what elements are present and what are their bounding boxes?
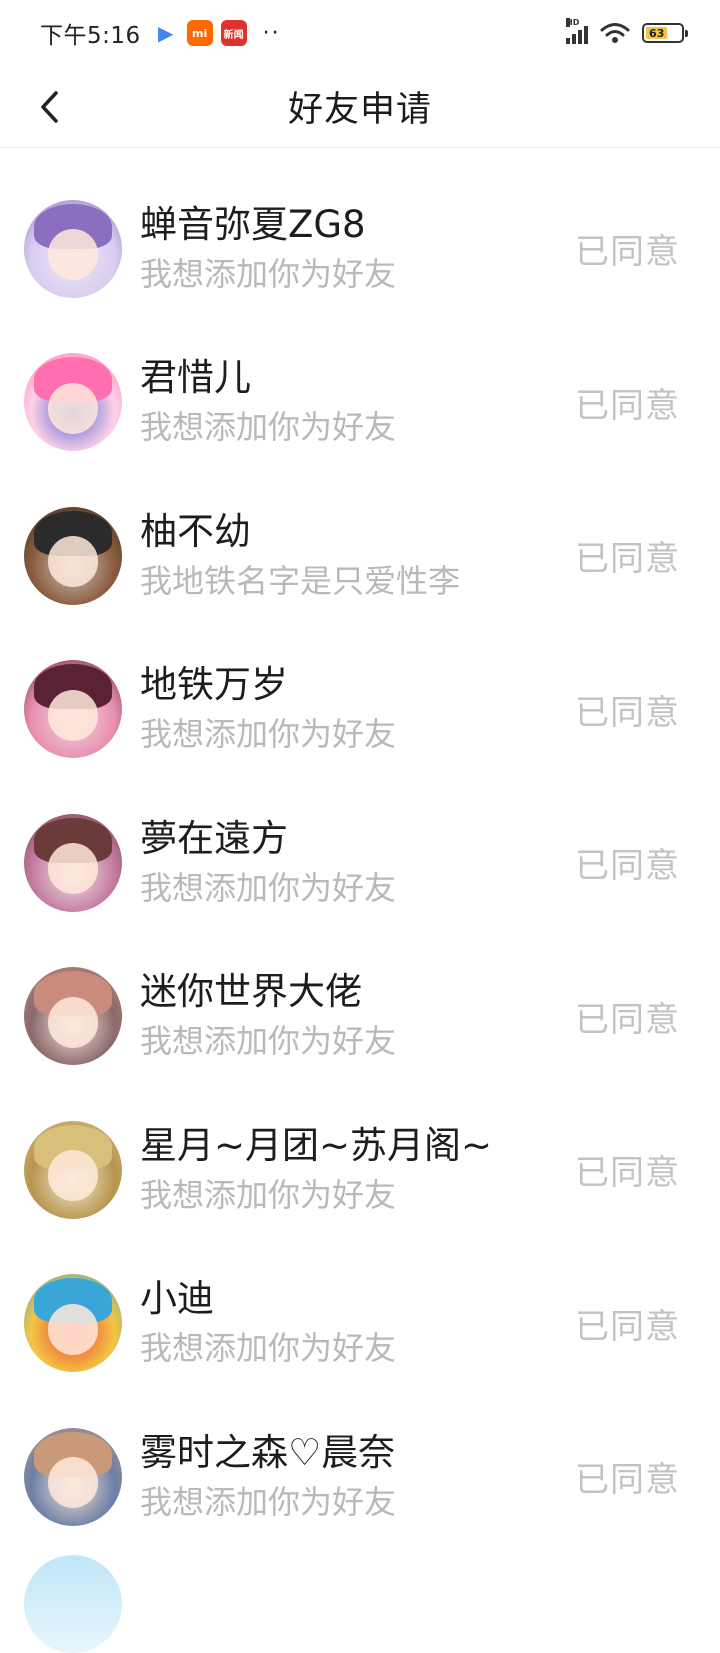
- request-status: 已同意: [575, 539, 680, 580]
- request-status: 已同意: [575, 999, 680, 1040]
- page-title: 好友申请: [287, 90, 432, 130]
- status-indicators: HD 63: [566, 18, 688, 44]
- friend-request-item[interactable]: 蝉音弥夏ZG8 我想添加你为好友 已同意: [0, 172, 720, 326]
- avatar[interactable]: [24, 1427, 122, 1526]
- status-bar: 下午5:16 ▶ mi 新闻 ·· HD 63: [0, 0, 720, 66]
- requester-name: 星月~月团~苏月阁~: [140, 1123, 493, 1167]
- status-app-icons: ▶ mi 新闻 ··: [152, 20, 281, 46]
- request-message: 我想添加你为好友: [140, 1482, 397, 1521]
- request-text: 星月~月团~苏月阁~ 我想添加你为好友: [140, 1123, 575, 1217]
- friend-request-item[interactable]: 星月~月团~苏月阁~ 我想添加你为好友 已同意: [0, 1093, 720, 1247]
- battery-level: 63: [646, 27, 668, 40]
- request-status: 已同意: [575, 232, 680, 273]
- back-button[interactable]: [30, 84, 70, 130]
- friend-request-item[interactable]: 迷你世界大佬 我想添加你为好友 已同意: [0, 940, 720, 1094]
- chevron-left-icon: [41, 91, 58, 123]
- battery-icon: 63: [642, 23, 688, 43]
- friend-request-list[interactable]: 蝉音弥夏ZG8 我想添加你为好友 已同意 君惜儿 我想添加你为好友 已同意 柚不…: [0, 172, 720, 1554]
- avatar[interactable]: [24, 967, 122, 1066]
- avatar[interactable]: [24, 506, 122, 605]
- navigation-bar: 好友申请: [0, 66, 720, 148]
- request-text: 夢在遠方 我想添加你为好友: [140, 816, 575, 910]
- requester-name: 小迪: [140, 1277, 214, 1321]
- request-text: 蝉音弥夏ZG8 我想添加你为好友: [140, 202, 575, 296]
- avatar[interactable]: [24, 199, 122, 298]
- request-text: 柚不幼 我地铁名字是只爱性李: [140, 509, 575, 603]
- wifi-icon: [600, 23, 630, 43]
- status-time: 下午5:16: [40, 23, 141, 49]
- network-type-label: HD: [566, 18, 580, 27]
- requester-name: 蝉音弥夏ZG8: [140, 202, 366, 246]
- avatar[interactable]: [24, 1120, 122, 1219]
- avatar[interactable]: [24, 1274, 122, 1373]
- request-message: 我想添加你为好友: [140, 1329, 397, 1368]
- request-status: 已同意: [575, 1306, 680, 1347]
- friend-request-item[interactable]: 柚不幼 我地铁名字是只爱性李 已同意: [0, 479, 720, 633]
- request-message: 我想添加你为好友: [140, 1175, 397, 1214]
- more-notifications-icon: ··: [262, 20, 281, 46]
- avatar[interactable]: [24, 353, 122, 452]
- request-text: 迷你世界大佬 我想添加你为好友: [140, 969, 575, 1063]
- friend-request-item[interactable]: 小迪 我想添加你为好友 已同意: [0, 1247, 720, 1401]
- requester-name: 迷你世界大佬: [140, 970, 362, 1014]
- request-status: 已同意: [575, 692, 680, 733]
- request-status: 已同意: [575, 385, 680, 426]
- cellular-signal-icon: HD: [566, 18, 588, 44]
- request-text: 雾时之森♡晨奈 我想添加你为好友: [140, 1430, 575, 1524]
- friend-request-item[interactable]: 君惜儿 我想添加你为好友 已同意: [0, 326, 720, 480]
- mi-app-icon: mi: [186, 20, 213, 46]
- request-text: 君惜儿 我想添加你为好友: [140, 355, 575, 449]
- requester-name: 柚不幼: [140, 509, 251, 553]
- news-app-icon: 新闻: [220, 20, 247, 46]
- requester-name: 雾时之森♡晨奈: [140, 1430, 396, 1474]
- friend-request-item[interactable]: 夢在遠方 我想添加你为好友 已同意: [0, 786, 720, 940]
- request-text: 小迪 我想添加你为好友: [140, 1276, 575, 1370]
- request-message: 我地铁名字是只爱性李: [140, 561, 461, 600]
- request-status: 已同意: [575, 846, 680, 887]
- request-status: 已同意: [575, 1460, 680, 1501]
- friend-request-item[interactable]: 雾时之森♡晨奈 我想添加你为好友 已同意: [0, 1400, 720, 1554]
- request-message: 我想添加你为好友: [140, 408, 397, 447]
- request-message: 我想添加你为好友: [140, 1022, 397, 1061]
- request-status: 已同意: [575, 1153, 680, 1194]
- avatar[interactable]: [24, 1555, 122, 1653]
- requester-name: 地铁万岁: [140, 663, 288, 707]
- friend-request-item[interactable]: 地铁万岁 我想添加你为好友 已同意: [0, 633, 720, 787]
- avatar[interactable]: [24, 813, 122, 912]
- requester-name: 夢在遠方: [140, 816, 288, 860]
- request-message: 我想添加你为好友: [140, 715, 397, 754]
- request-message: 我想添加你为好友: [140, 254, 397, 293]
- avatar[interactable]: [24, 660, 122, 759]
- request-message: 我想添加你为好友: [140, 868, 397, 907]
- requester-name: 君惜儿: [140, 356, 251, 400]
- request-text: 地铁万岁 我想添加你为好友: [140, 662, 575, 756]
- play-store-icon: ▶: [152, 20, 179, 46]
